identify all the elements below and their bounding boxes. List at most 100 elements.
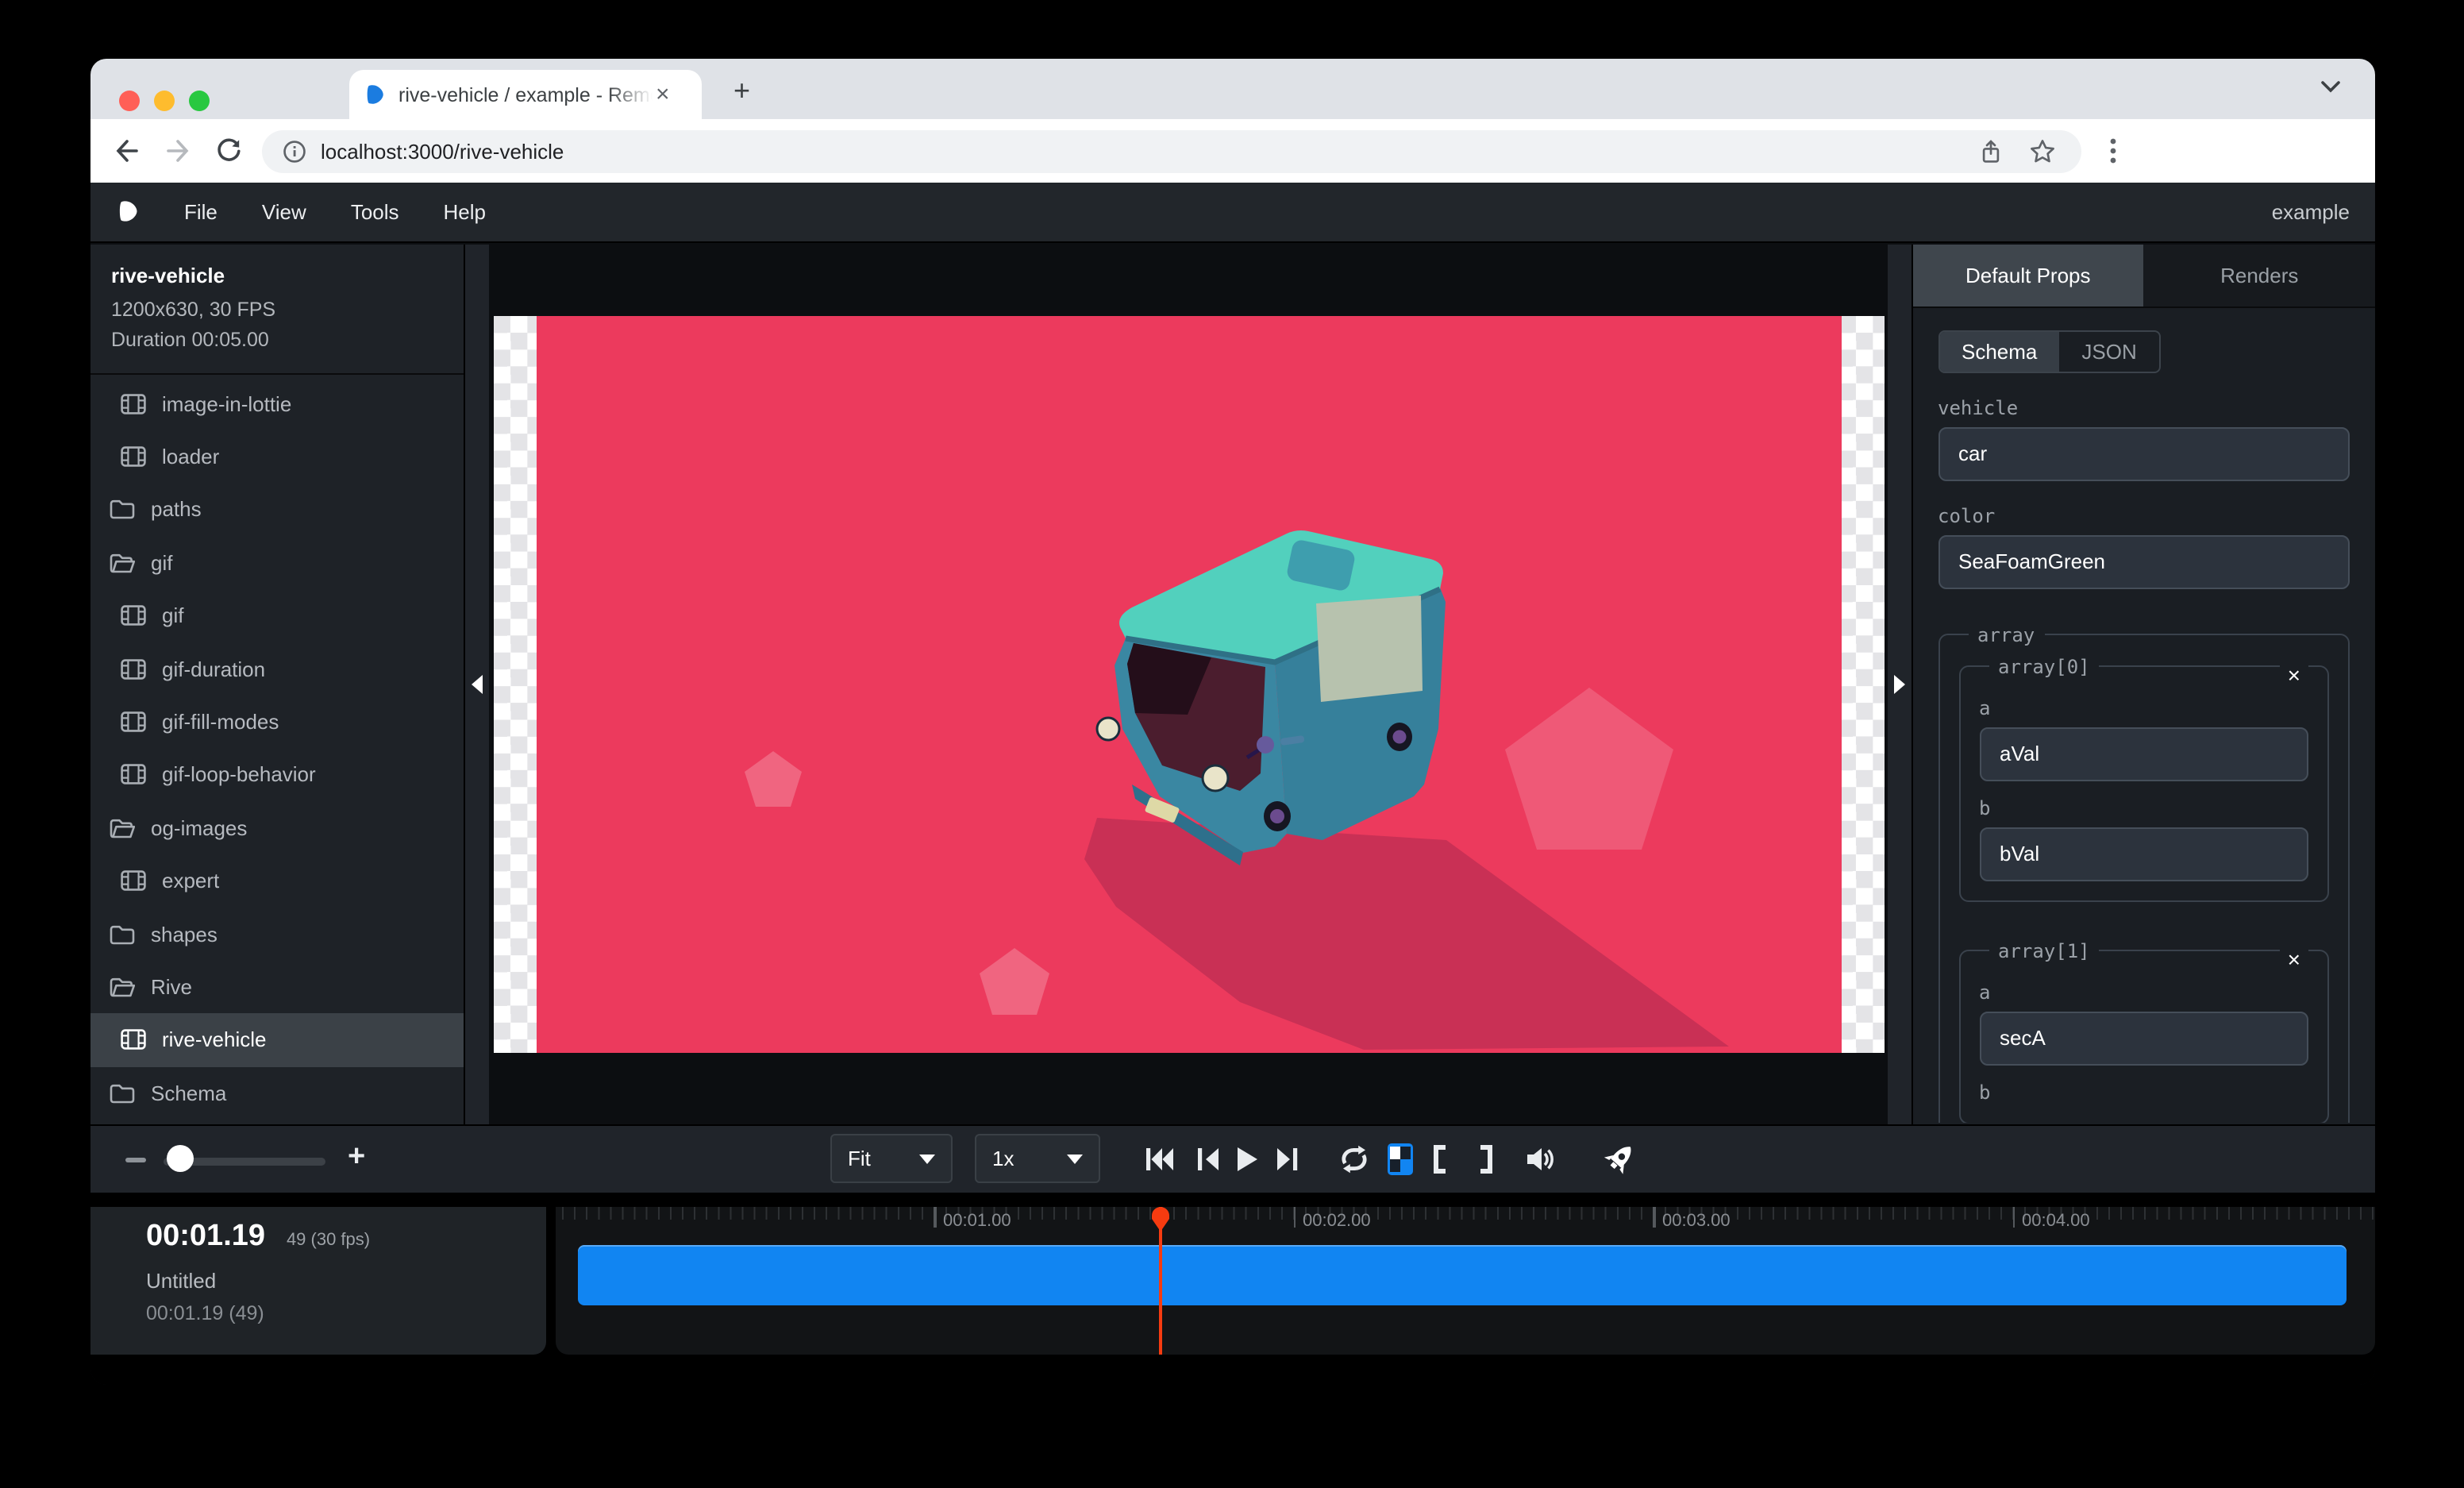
composition-duration: Duration 00:05.00: [111, 328, 443, 350]
timeline-ruler[interactable]: [556, 1207, 2375, 1229]
remotion-favicon-icon: [365, 83, 386, 106]
chevron-down-icon: [1067, 1154, 1083, 1163]
sidebar-item-label: expert: [162, 869, 219, 892]
timeline-track-bar[interactable]: [578, 1245, 2347, 1305]
composition-info: rive-vehicle 1200x630, 30 FPS Duration 0…: [90, 244, 464, 374]
url-bar[interactable]: localhost:3000/rive-vehicle: [262, 129, 2081, 172]
app-menu-bar: File View Tools Help example: [90, 183, 2375, 242]
loop-icon[interactable]: [1338, 1145, 1370, 1174]
sidebar-folder-schema[interactable]: Schema: [90, 1066, 464, 1120]
array-item-0-fieldset: array[0] × a aVal b bVal: [1958, 655, 2329, 901]
back-icon[interactable]: [113, 137, 141, 165]
sidebar-folder-og-images[interactable]: og-images: [90, 801, 464, 854]
sidebar-item-rive-vehicle[interactable]: rive-vehicle: [90, 1013, 464, 1066]
menu-help[interactable]: Help: [444, 200, 487, 224]
track-name[interactable]: Untitled: [146, 1269, 546, 1293]
collapse-sidebar-handle[interactable]: [465, 244, 489, 1124]
tab-title-wrap: rive-vehicle / example - Remot: [398, 80, 653, 109]
tab-search-chevron-icon[interactable]: [2321, 81, 2340, 94]
sidebar-item-label: paths: [151, 498, 202, 522]
tab-renders[interactable]: Renders: [2144, 244, 2376, 306]
jump-to-start-button[interactable]: [1145, 1145, 1175, 1174]
menu-view[interactable]: View: [262, 200, 306, 224]
props-body: Schema JSON vehicle car color SeaFoamGre…: [1912, 307, 2375, 1122]
speed-dropdown[interactable]: 1x: [975, 1134, 1100, 1183]
sidebar-folder-gif[interactable]: gif: [90, 536, 464, 589]
toggle-json[interactable]: JSON: [2059, 331, 2158, 371]
sidebar-item-image-in-lottie[interactable]: image-in-lottie: [90, 377, 464, 430]
b-field-label: b: [1979, 796, 2308, 819]
transparency-checkerboard-icon[interactable]: [1388, 1143, 1413, 1175]
timeline-section: 00:01.19 49 (30 fps) Untitled 00:01.19 (…: [90, 1192, 2375, 1385]
zoom-slider-knob[interactable]: [167, 1145, 194, 1172]
forward-icon[interactable]: [164, 137, 192, 165]
props-panel: Default Props Renders Schema JSON vehicl…: [1911, 244, 2375, 1124]
zoom-in-icon[interactable]: +: [348, 1140, 365, 1175]
composition-preview[interactable]: [494, 316, 1885, 1053]
browser-menu-icon[interactable]: [2110, 138, 2116, 164]
ruler-tick: [1653, 1207, 1655, 1228]
url-text[interactable]: localhost:3000/rive-vehicle: [321, 139, 1978, 163]
close-window-button[interactable]: [119, 91, 140, 111]
a-field-input[interactable]: secA: [1979, 1011, 2308, 1065]
viewport: [489, 244, 1888, 1124]
remotion-logo-icon[interactable]: [117, 199, 140, 225]
folder-open-icon: [110, 553, 135, 573]
sidebar-item-gif[interactable]: gif: [90, 589, 464, 642]
remove-array-item-button[interactable]: ×: [2280, 947, 2308, 971]
sidebar-folder-rive[interactable]: Rive: [90, 961, 464, 1014]
sidebar-item-label: Rive: [151, 975, 192, 999]
in-point-icon[interactable]: [1430, 1145, 1450, 1174]
volume-icon[interactable]: [1526, 1145, 1554, 1174]
folder-icon: [110, 1083, 135, 1104]
sidebar-item-gif-loop-behavior[interactable]: gif-loop-behavior: [90, 748, 464, 801]
sidebar-item-label: gif-loop-behavior: [162, 763, 316, 787]
next-frame-button[interactable]: [1275, 1145, 1300, 1174]
a-field-input[interactable]: aVal: [1979, 727, 2308, 781]
browser-tab[interactable]: rive-vehicle / example - Remot ×: [349, 70, 702, 119]
composition-list: image-in-lottie loader paths gif gif gif…: [90, 374, 464, 1120]
render-rocket-icon[interactable]: [1602, 1142, 1637, 1177]
toggle-schema[interactable]: Schema: [1939, 331, 2059, 371]
vehicle-field-input[interactable]: car: [1938, 426, 2350, 480]
previous-frame-button[interactable]: [1195, 1145, 1221, 1174]
tab-close-icon[interactable]: ×: [656, 83, 670, 106]
panel-tabs: Default Props Renders: [1912, 244, 2375, 307]
b-field-input[interactable]: bVal: [1979, 827, 2308, 881]
sidebar-folder-shapes[interactable]: shapes: [90, 908, 464, 961]
color-field-label: color: [1938, 504, 2350, 526]
a-field-label: a: [1979, 696, 2308, 719]
play-button[interactable]: [1234, 1145, 1259, 1174]
sidebar-item-gif-fill-modes[interactable]: gif-fill-modes: [90, 696, 464, 749]
out-point-icon[interactable]: [1476, 1145, 1496, 1174]
tab-strip: rive-vehicle / example - Remot × +: [90, 59, 2375, 119]
compositions-sidebar: rive-vehicle 1200x630, 30 FPS Duration 0…: [90, 244, 465, 1124]
film-icon: [121, 393, 146, 414]
array-item-0-label: array[0]: [1989, 655, 2100, 677]
remove-array-item-button[interactable]: ×: [2280, 663, 2308, 687]
collapse-panel-handle[interactable]: [1887, 244, 1911, 1124]
sidebar-item-label: shapes: [151, 922, 218, 946]
chevron-right-icon: [1893, 675, 1904, 694]
menu-tools[interactable]: Tools: [351, 200, 399, 224]
reload-icon[interactable]: [214, 137, 243, 165]
color-field-input[interactable]: SeaFoamGreen: [1938, 534, 2350, 588]
sidebar-item-loader[interactable]: loader: [90, 430, 464, 484]
maximize-window-button[interactable]: [189, 91, 210, 111]
tab-default-props[interactable]: Default Props: [1912, 244, 2144, 306]
zoom-out-icon[interactable]: [125, 1158, 146, 1162]
fit-dropdown[interactable]: Fit: [830, 1134, 953, 1183]
new-tab-button[interactable]: +: [733, 75, 750, 108]
site-info-icon[interactable]: [281, 137, 308, 164]
bookmark-star-icon[interactable]: [2029, 137, 2056, 164]
sidebar-item-expert[interactable]: expert: [90, 854, 464, 908]
schema-json-toggle: Schema JSON: [1938, 330, 2161, 372]
sidebar-folder-paths[interactable]: paths: [90, 484, 464, 537]
minimize-window-button[interactable]: [154, 91, 175, 111]
menu-file[interactable]: File: [184, 200, 218, 224]
sidebar-item-gif-duration[interactable]: gif-duration: [90, 642, 464, 696]
playhead-pin[interactable]: [1150, 1207, 1169, 1232]
share-icon[interactable]: [1978, 137, 2004, 164]
array-fieldset: array array[0] × a aVal b bVal array[1] …: [1938, 623, 2350, 1122]
a-field-label: a: [1979, 981, 2308, 1003]
